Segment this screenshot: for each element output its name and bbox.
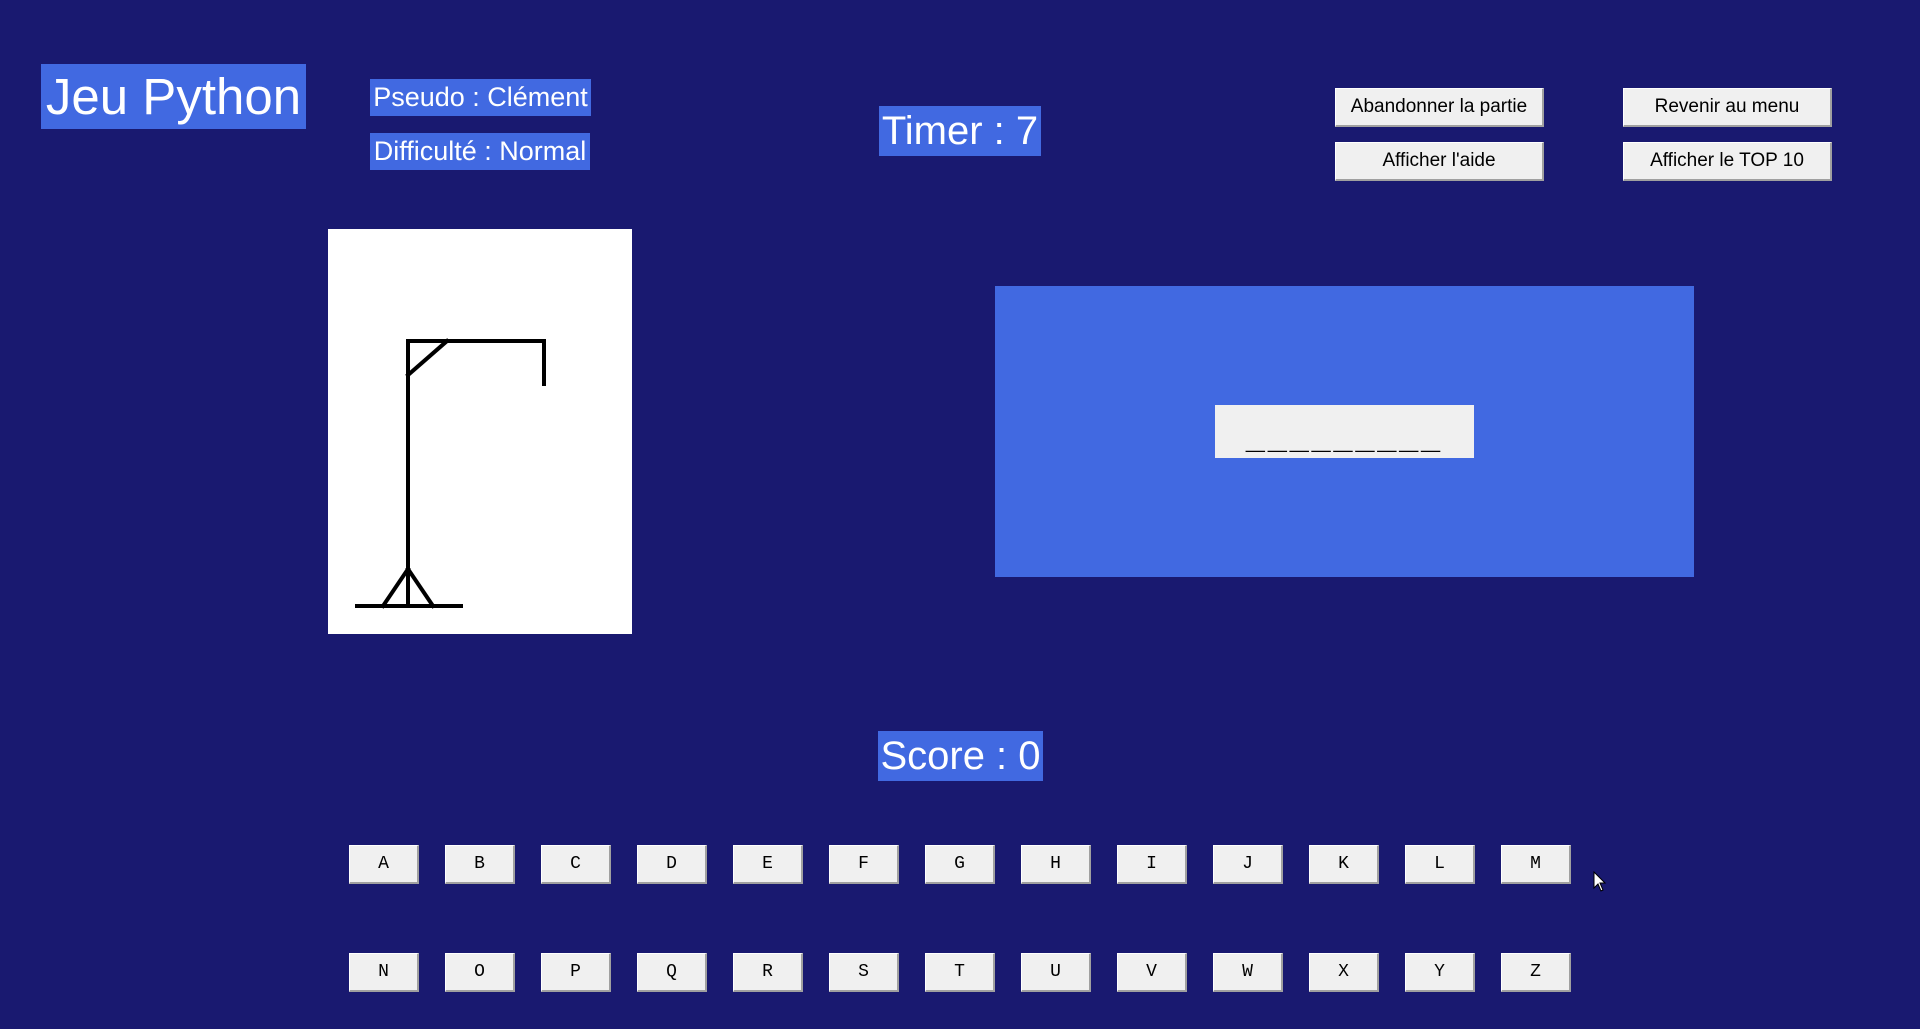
letter-key-e[interactable]: E xyxy=(733,845,803,884)
letter-key-h[interactable]: H xyxy=(1021,845,1091,884)
gallows-brace xyxy=(405,338,450,378)
letter-key-d[interactable]: D xyxy=(637,845,707,884)
score-label: Score : 0 xyxy=(878,731,1043,781)
abandon-game-button[interactable]: Abandonner la partie xyxy=(1335,88,1544,127)
app-title: Jeu Python xyxy=(41,64,306,129)
letter-key-f[interactable]: F xyxy=(829,845,899,884)
letter-key-m[interactable]: M xyxy=(1501,845,1571,884)
letter-key-j[interactable]: J xyxy=(1213,845,1283,884)
letter-key-t[interactable]: T xyxy=(925,953,995,992)
letter-key-u[interactable]: U xyxy=(1021,953,1091,992)
letter-key-n[interactable]: N xyxy=(349,953,419,992)
letter-key-s[interactable]: S xyxy=(829,953,899,992)
letter-key-p[interactable]: P xyxy=(541,953,611,992)
timer-label: Timer : 7 xyxy=(879,106,1041,156)
gallows-base-right-strut xyxy=(405,566,436,609)
letter-key-o[interactable]: O xyxy=(445,953,515,992)
letter-key-z[interactable]: Z xyxy=(1501,953,1571,992)
letter-key-g[interactable]: G xyxy=(925,845,995,884)
hangman-canvas xyxy=(328,229,632,634)
difficulty-label: Difficulté : Normal xyxy=(370,133,590,170)
letter-key-i[interactable]: I xyxy=(1117,845,1187,884)
show-top10-button[interactable]: Afficher le TOP 10 xyxy=(1623,142,1832,181)
letter-key-w[interactable]: W xyxy=(1213,953,1283,992)
gallows-stage-icon xyxy=(355,338,546,609)
letter-key-y[interactable]: Y xyxy=(1405,953,1475,992)
word-panel: _________ xyxy=(995,286,1694,577)
hidden-word-text: _________ xyxy=(1245,418,1444,456)
pseudo-label: Pseudo : Clément xyxy=(370,79,591,116)
letter-key-q[interactable]: Q xyxy=(637,953,707,992)
gallows-base-left-strut xyxy=(380,566,411,609)
letter-key-r[interactable]: R xyxy=(733,953,803,992)
letter-key-a[interactable]: A xyxy=(349,845,419,884)
letter-key-x[interactable]: X xyxy=(1309,953,1379,992)
back-to-menu-button[interactable]: Revenir au menu xyxy=(1623,88,1832,127)
letter-key-v[interactable]: V xyxy=(1117,953,1187,992)
letter-key-k[interactable]: K xyxy=(1309,845,1379,884)
hidden-word-display: _________ xyxy=(1215,405,1474,458)
letter-key-b[interactable]: B xyxy=(445,845,515,884)
letter-key-l[interactable]: L xyxy=(1405,845,1475,884)
letter-key-c[interactable]: C xyxy=(541,845,611,884)
mouse-cursor-icon xyxy=(1593,871,1607,892)
show-help-button[interactable]: Afficher l'aide xyxy=(1335,142,1544,181)
